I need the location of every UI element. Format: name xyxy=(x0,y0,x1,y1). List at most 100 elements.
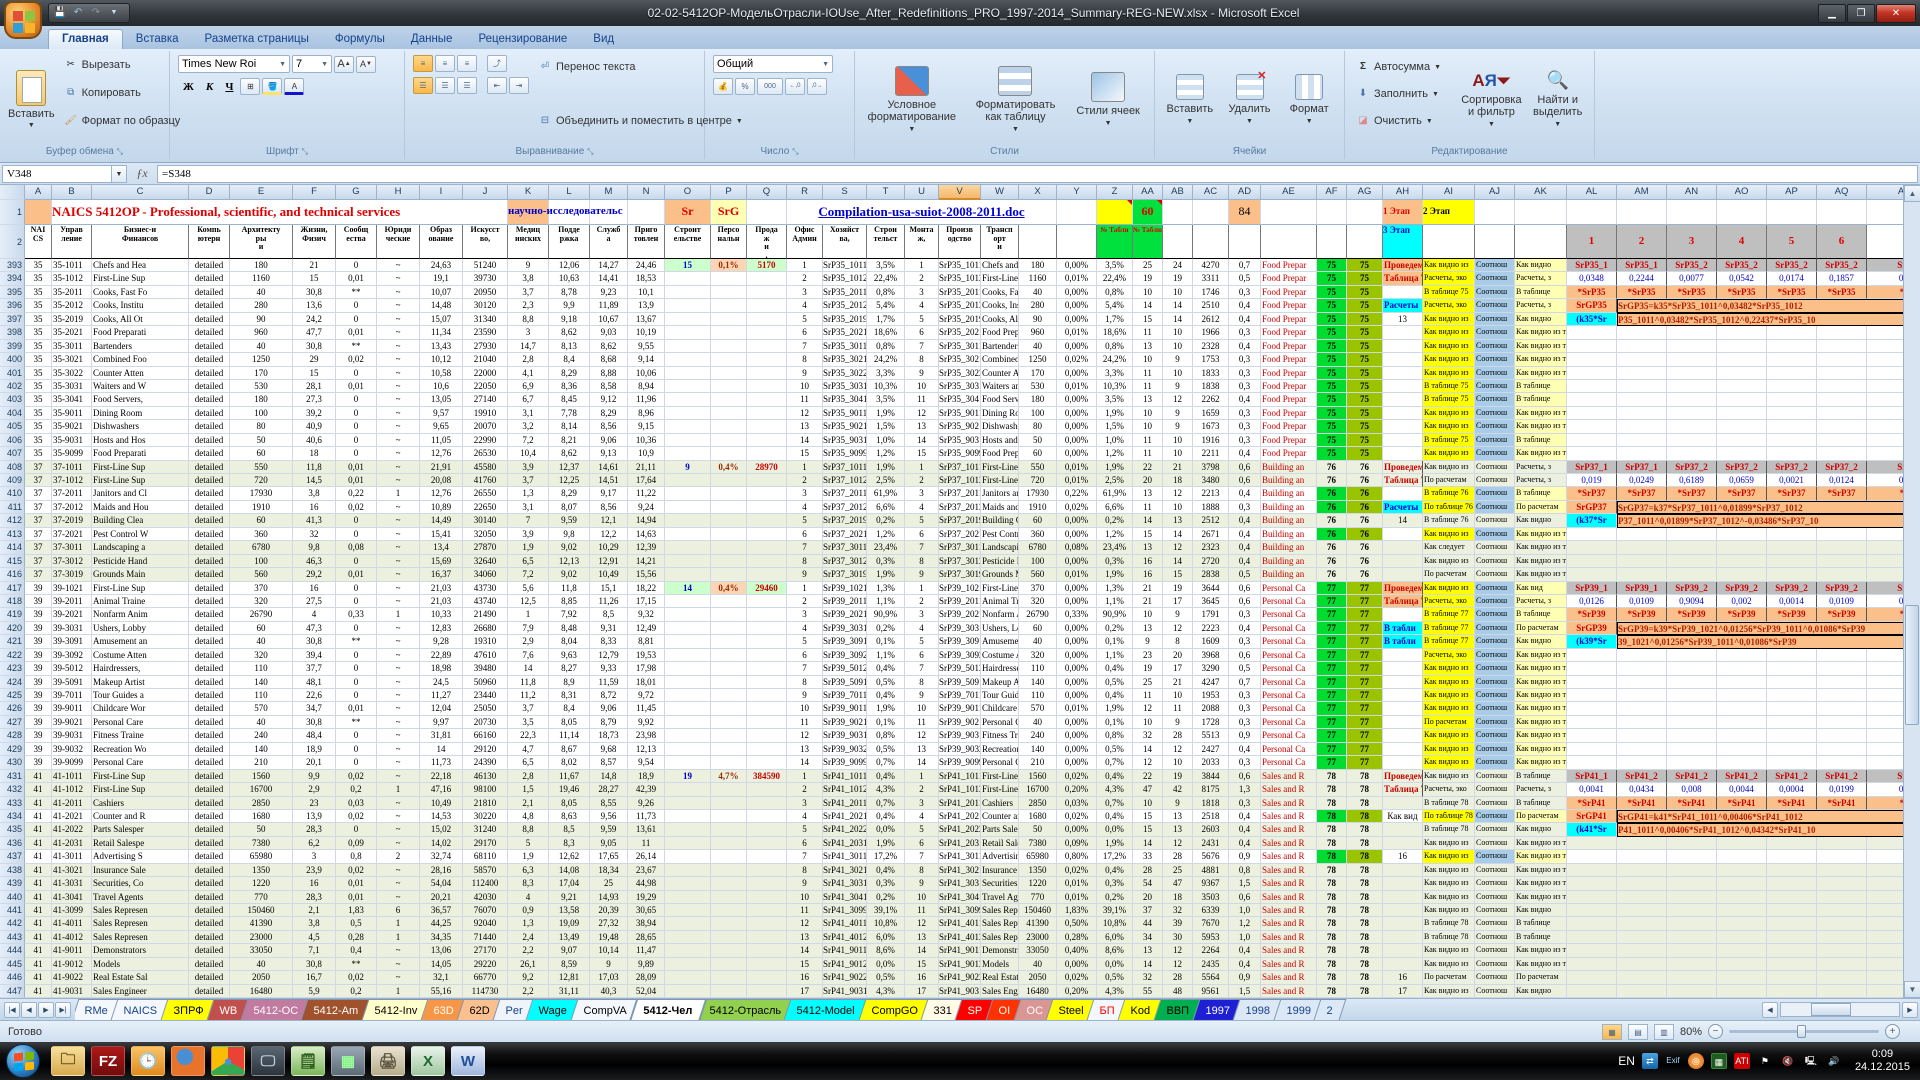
cell-AL428[interactable] xyxy=(1567,729,1617,742)
cell-T395[interactable]: 0,8% xyxy=(867,286,905,299)
cell-AA439[interactable]: 54 xyxy=(1133,877,1163,890)
cell-AJ428[interactable]: Соотнош xyxy=(1475,729,1515,742)
cell-AQ424[interactable] xyxy=(1817,676,1867,689)
cell-R426[interactable]: 10 xyxy=(787,702,823,715)
cell-AA403[interactable]: 13 xyxy=(1133,393,1163,406)
close-button[interactable]: ✕ xyxy=(1876,4,1916,23)
sheet-tab-2[interactable]: 2 xyxy=(1314,999,1347,1020)
cell-F394[interactable]: 15 xyxy=(293,272,336,285)
cell-I408[interactable]: 21,91 xyxy=(420,461,463,474)
cell-AF408[interactable]: 76 xyxy=(1317,461,1347,474)
cell-T416[interactable]: 1,9% xyxy=(867,568,905,581)
cell-U428[interactable]: 12 xyxy=(905,729,939,742)
cell-I395[interactable]: 10,07 xyxy=(420,286,463,299)
cell-T398[interactable]: 18,6% xyxy=(867,326,905,339)
cell-AF412[interactable]: 76 xyxy=(1317,514,1347,527)
cell-W447[interactable]: Sales Engineer xyxy=(981,985,1019,998)
cell-A420[interactable]: 39 xyxy=(25,622,52,635)
cell-AL432[interactable]: 0,0041 xyxy=(1567,783,1617,796)
cell-B416[interactable]: 37-3019 xyxy=(52,568,92,581)
cell-E425[interactable]: 110 xyxy=(230,689,293,702)
cell-AH432[interactable]: Таблица 78 xyxy=(1383,783,1423,796)
cell-G436[interactable]: 0,09 xyxy=(336,837,377,850)
cell-AJ405[interactable]: Соотнош xyxy=(1475,420,1515,433)
cell-O413[interactable] xyxy=(665,528,711,541)
cell-AK402[interactable]: В таблице xyxy=(1515,380,1567,393)
cell-A446[interactable]: 41 xyxy=(25,971,52,984)
cell-AQ414[interactable] xyxy=(1817,541,1867,554)
zoom-out-button[interactable]: − xyxy=(1708,1024,1723,1039)
cell-O398[interactable] xyxy=(665,326,711,339)
cell-AI407[interactable]: Как видно из xyxy=(1423,447,1475,460)
column-header-AH[interactable]: AH xyxy=(1383,185,1423,200)
cell-AL436[interactable] xyxy=(1567,837,1617,850)
comma-style-button[interactable]: 000 xyxy=(757,78,783,95)
column-header-S[interactable]: S xyxy=(823,185,867,200)
cell-AB418[interactable]: 17 xyxy=(1163,595,1193,608)
cell-AD406[interactable]: 0,3 xyxy=(1229,434,1261,447)
cell-D427[interactable]: detailed xyxy=(189,716,230,729)
cell-AC408[interactable]: 3798 xyxy=(1193,461,1229,474)
cell-F395[interactable]: 30,8 xyxy=(293,286,336,299)
cell-W446[interactable]: Real Estate Sal xyxy=(981,971,1019,984)
cell-G426[interactable]: 0,01 xyxy=(336,702,377,715)
save-icon[interactable]: 💾 xyxy=(53,6,67,20)
cell-AO401[interactable] xyxy=(1717,367,1767,380)
cell-Q415[interactable] xyxy=(747,555,787,568)
cell-AI411[interactable]: По таблице 76 xyxy=(1423,501,1475,514)
cell-AP400[interactable] xyxy=(1767,353,1817,366)
cell-X431[interactable]: 1560 xyxy=(1019,770,1057,783)
cell-AH406[interactable] xyxy=(1383,434,1423,447)
cell-L428[interactable]: 11,14 xyxy=(549,729,590,742)
cell-M395[interactable]: 9,23 xyxy=(590,286,628,299)
cell-Q419[interactable] xyxy=(747,608,787,621)
cell-AO432[interactable]: 0,0044 xyxy=(1717,783,1767,796)
cell-AN425[interactable] xyxy=(1667,689,1717,702)
cell-F396[interactable]: 13,6 xyxy=(293,299,336,312)
cell-AF440[interactable]: 78 xyxy=(1317,891,1347,904)
cell-J435[interactable]: 31240 xyxy=(463,823,508,836)
cell-P413[interactable] xyxy=(711,528,747,541)
cell-O397[interactable] xyxy=(665,313,711,326)
cell-N427[interactable]: 9,92 xyxy=(628,716,665,729)
cell-AC428[interactable]: 5513 xyxy=(1193,729,1229,742)
row-header-435[interactable]: 435 xyxy=(0,823,25,836)
font-name-select[interactable]: Times New Roi▼ xyxy=(178,55,290,73)
cell-D428[interactable]: detailed xyxy=(189,729,230,742)
cell-R404[interactable]: 12 xyxy=(787,407,823,420)
cell-AM415[interactable] xyxy=(1617,555,1667,568)
cell-P442[interactable] xyxy=(711,917,747,930)
cell-Q427[interactable] xyxy=(747,716,787,729)
cell-I442[interactable]: 44,25 xyxy=(420,917,463,930)
cell-O396[interactable] xyxy=(665,299,711,312)
taskbar-icon-firefox[interactable] xyxy=(171,1046,205,1076)
cell-X409[interactable]: 720 xyxy=(1019,474,1057,487)
cell-L395[interactable]: 8,78 xyxy=(549,286,590,299)
cell-S410[interactable]: SrP37_2011 xyxy=(823,487,867,500)
cell-AC433[interactable]: 1818 xyxy=(1193,797,1229,810)
cell-I426[interactable]: 12,04 xyxy=(420,702,463,715)
last-sheet-icon[interactable]: ▶| xyxy=(55,1002,71,1018)
cell-AI415[interactable]: Как видно из xyxy=(1423,555,1475,568)
cell-Q403[interactable] xyxy=(747,393,787,406)
cell-AR436[interactable] xyxy=(1867,837,1903,850)
cell-Q428[interactable] xyxy=(747,729,787,742)
cell-AM424[interactable] xyxy=(1617,676,1667,689)
cell-Y443[interactable]: 0,28% xyxy=(1057,931,1097,944)
cell-M417[interactable]: 15,1 xyxy=(590,582,628,595)
cell-AK418[interactable]: Расчеты, з xyxy=(1515,595,1567,608)
cell-C396[interactable]: Cooks, Institu xyxy=(92,299,189,312)
cell-AA417[interactable]: 21 xyxy=(1133,582,1163,595)
cell-E436[interactable]: 7380 xyxy=(230,837,293,850)
cell-AO430[interactable] xyxy=(1717,756,1767,769)
cell-AQ398[interactable] xyxy=(1817,326,1867,339)
cell-AA393[interactable]: 25 xyxy=(1133,259,1163,272)
cell-Y406[interactable]: 0,00% xyxy=(1057,434,1097,447)
cell-X401[interactable]: 170 xyxy=(1019,367,1057,380)
cell-A425[interactable]: 39 xyxy=(25,689,52,702)
cell-G408[interactable]: 0,01 xyxy=(336,461,377,474)
cell-AI402[interactable]: В таблице 75 xyxy=(1423,380,1475,393)
cell-AE406[interactable]: Food Prepar xyxy=(1261,434,1317,447)
cell-S418[interactable]: SrP39_2011 xyxy=(823,595,867,608)
cell-J423[interactable]: 39480 xyxy=(463,662,508,675)
